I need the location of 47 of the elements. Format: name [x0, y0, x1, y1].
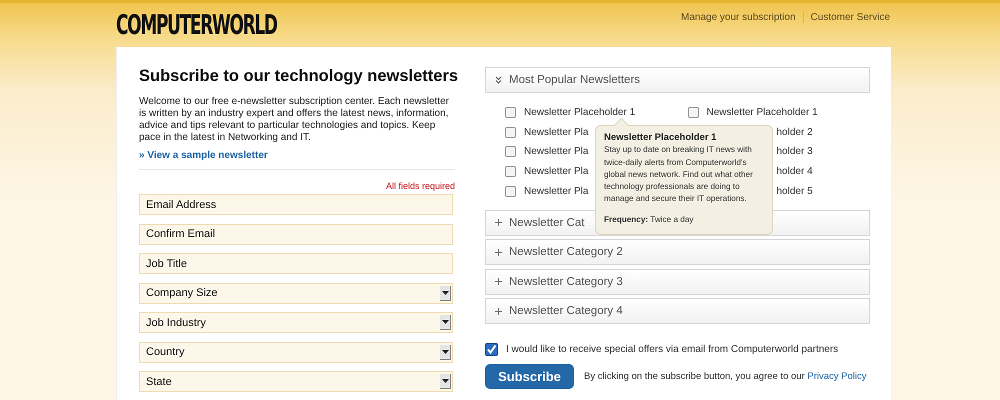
input-field[interactable]: Confirm Email: [139, 224, 453, 244]
newsletter-label: holder 3: [776, 146, 813, 158]
newsletter-label: Newsletter Pla: [524, 126, 588, 138]
checkbox[interactable]: [505, 126, 516, 138]
agreement-text: By clicking on the subscribe button, you agree to our Privacy Policy: [584, 371, 867, 382]
newsletter-label: holder 2: [776, 126, 813, 138]
checkbox[interactable]: [688, 106, 698, 118]
section-header[interactable]: Newsletter Category 2: [485, 239, 870, 266]
header-link[interactable]: Customer Service: [810, 12, 890, 23]
expand-icon: [495, 278, 503, 286]
input-field[interactable]: Email Address: [139, 194, 453, 215]
subscribe-button[interactable]: Subscribe: [485, 364, 574, 390]
select-field[interactable]: State: [139, 371, 453, 392]
expand-icon: [495, 219, 503, 226]
newsletter-label: Newsletter Pla: [524, 186, 588, 197]
newsletter-label: holder 4: [776, 166, 813, 177]
section-header[interactable]: Most Popular Newsletters: [485, 67, 870, 93]
privacy-link[interactable]: Privacy Policy: [807, 371, 867, 382]
section-header[interactable]: Newsletter Category 3: [485, 268, 870, 295]
sample-link[interactable]: » View a sample newsletter: [139, 150, 455, 161]
section-header[interactable]: Newsletter Category 4: [485, 298, 870, 324]
newsletter-label: holder 5: [776, 186, 813, 197]
select-field[interactable]: Country: [139, 342, 453, 362]
newsletter-label: Newsletter Pla: [524, 146, 588, 158]
newsletter-label: Newsletter Pla: [524, 166, 588, 177]
input-field[interactable]: Job Title: [139, 253, 453, 274]
collapse-icon: [495, 76, 503, 84]
checkbox[interactable]: [505, 186, 516, 197]
logo[interactable]: COMPUTERWORLD: [116, 13, 277, 40]
newsletter-label: Newsletter Placeholder 1: [524, 106, 636, 118]
offers-label: I would like to receive special offers via email from Computerworld partners: [506, 344, 838, 356]
required-note: All fields required: [384, 181, 455, 191]
checkbox[interactable]: [505, 106, 516, 118]
newsletter-label: Newsletter Placeholder 1: [706, 106, 818, 118]
select-field[interactable]: Company Size: [139, 282, 453, 304]
expand-icon: [495, 308, 503, 315]
frequency-text: Frequency: Twice a day: [604, 214, 694, 226]
select-field[interactable]: Job Industry: [139, 312, 453, 333]
tooltip-title: Newsletter Placeholder 1: [604, 132, 718, 144]
header-link[interactable]: Manage your subscription: [681, 12, 796, 23]
intro-text: Welcome to our free e-newsletter subscription center. Each newsletter is written by an industry expert and offers the latest news, information, advice and tips relevant to particular technologies and topics. Keep pace in the latest in Networking and IT.: [139, 96, 450, 144]
checkbox[interactable]: [505, 146, 516, 158]
tooltip-text: Stay up to date on breaking IT news with twice-daily alerts from Computerworld's global news network. Find out what other technology professionals are doing to manage and secure their IT operations.: [604, 144, 754, 206]
expand-icon: [495, 248, 503, 256]
checkbox[interactable]: [485, 343, 498, 356]
page-title: Subscribe to our technology newsletters: [139, 67, 455, 86]
checkbox[interactable]: [505, 166, 516, 177]
